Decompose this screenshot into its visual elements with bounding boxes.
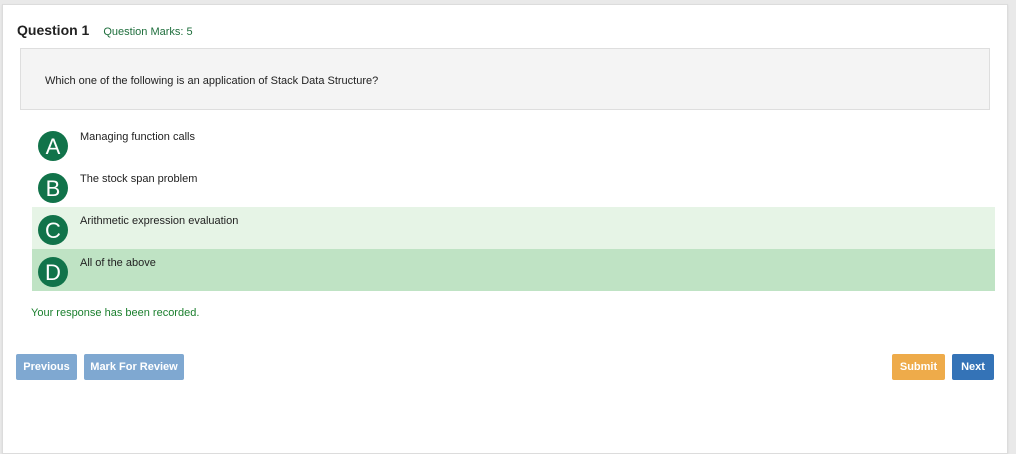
previous-button[interactable]: Previous [16,354,77,380]
option-c-text: Arithmetic expression evaluation [80,215,239,227]
option-c-letter-badge: C [38,215,68,245]
question-text: Which one of the following is an applica… [45,75,379,87]
next-button[interactable]: Next [952,354,994,380]
question-box: Which one of the following is an applica… [20,48,990,110]
option-a[interactable]: A Managing function calls [32,123,995,165]
option-d-text: All of the above [80,257,156,269]
submit-button[interactable]: Submit [892,354,945,380]
response-recorded-message: Your response has been recorded. [31,307,200,319]
options-list: A Managing function calls B The stock sp… [32,123,995,291]
option-b[interactable]: B The stock span problem [32,165,995,207]
question-panel: Question 1 Question Marks: 5 Which one o… [2,4,1008,454]
option-a-text: Managing function calls [80,131,195,143]
question-title: Question 1 [17,22,90,38]
option-a-letter-badge: A [38,131,68,161]
option-c[interactable]: C Arithmetic expression evaluation [32,207,995,249]
option-b-text: The stock span problem [80,173,198,185]
question-header: Question 1 Question Marks: 5 [17,22,193,38]
question-marks: Question Marks: 5 [103,26,193,38]
option-b-letter-badge: B [38,173,68,203]
mark-for-review-button[interactable]: Mark For Review [84,354,184,380]
option-d-letter-badge: D [38,257,68,287]
option-d[interactable]: D All of the above [32,249,995,291]
